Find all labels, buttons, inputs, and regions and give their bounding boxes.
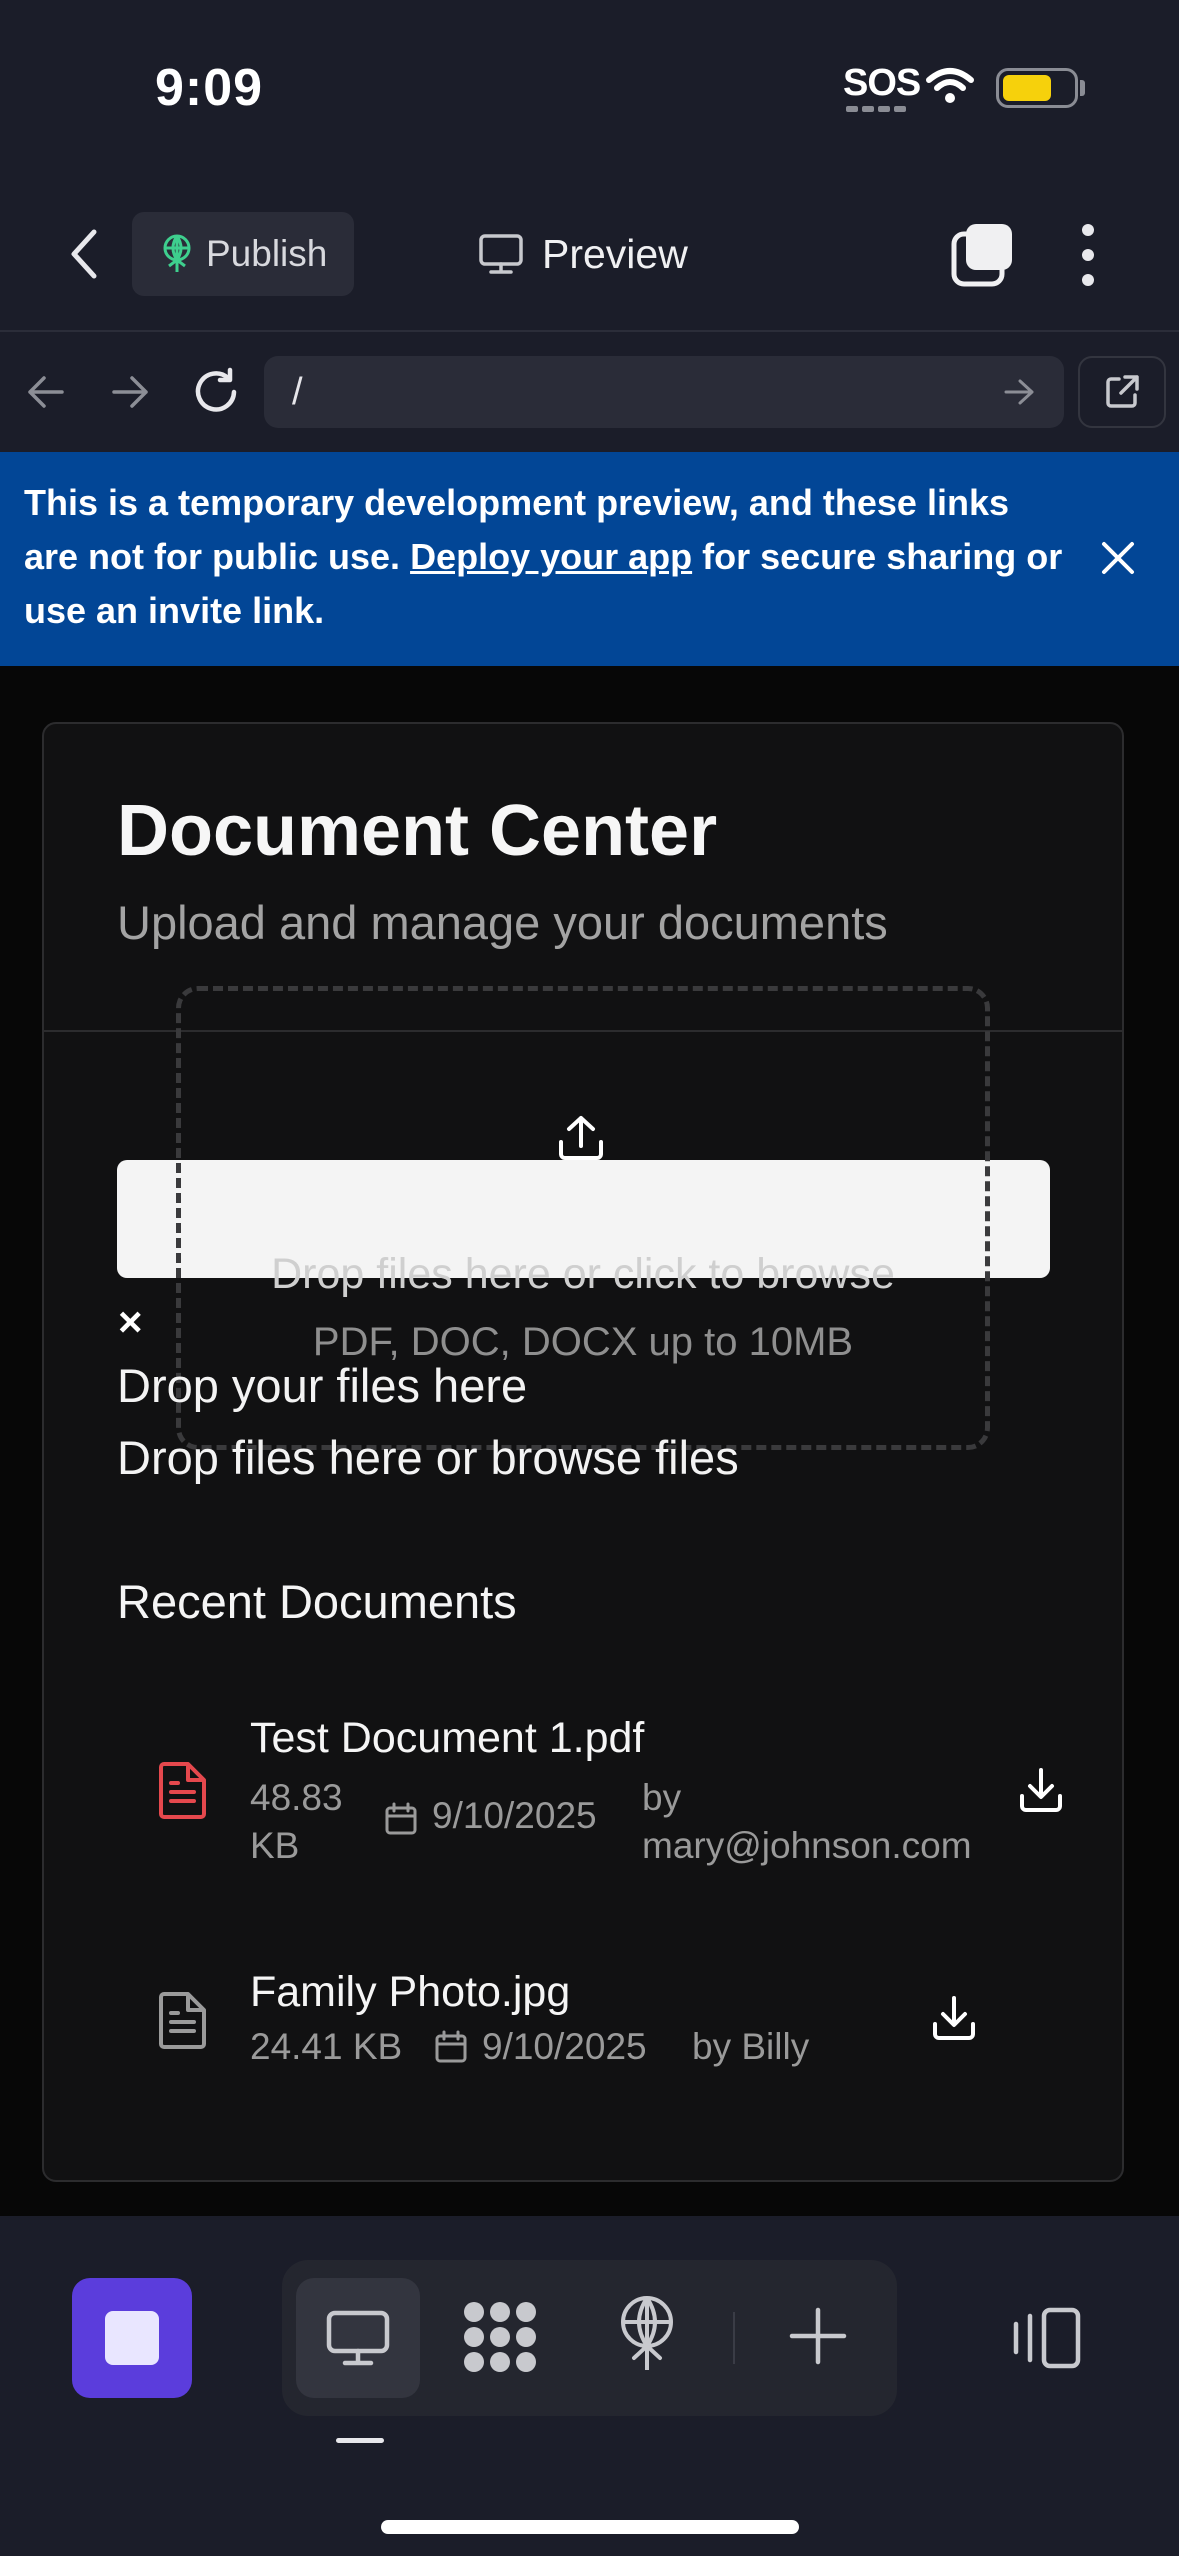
upload-icon <box>555 1112 607 1169</box>
wifi-icon <box>925 66 975 111</box>
windows-icon <box>951 224 1012 287</box>
home-indicator[interactable] <box>381 2520 799 2534</box>
stop-icon <box>105 2311 159 2365</box>
monitor-icon <box>479 234 523 274</box>
deploy-button[interactable] <box>612 2294 682 2379</box>
banner-text: This is a temporary development preview,… <box>24 482 1063 631</box>
document-owner: by mary@johnson.com <box>642 1777 972 1866</box>
back-button[interactable] <box>52 218 116 290</box>
dropzone-primary-text: Drop files here or click to browse <box>271 1250 895 1298</box>
page-title: Document Center <box>117 791 718 871</box>
browser-forward-button[interactable] <box>108 370 152 419</box>
document-date: 9/10/2025 <box>432 1795 597 1836</box>
browser-back-button[interactable] <box>24 370 68 419</box>
apps-button[interactable] <box>460 2298 540 2381</box>
banner-close-button[interactable] <box>1098 538 1138 583</box>
document-name[interactable]: Test Document 1.pdf <box>250 1714 644 1763</box>
divider <box>0 330 1179 332</box>
url-input[interactable]: / <box>264 356 1064 428</box>
open-external-button[interactable] <box>1078 356 1166 428</box>
arrow-left-icon <box>28 376 64 408</box>
upload-heading: Drop your files here <box>117 1359 528 1412</box>
reload-button[interactable] <box>190 366 242 423</box>
document-name[interactable]: Family Photo.jpg <box>250 1968 570 2017</box>
download-button[interactable] <box>1017 1766 1065 1819</box>
reload-icon <box>195 367 237 412</box>
recent-documents-title: Recent Documents <box>117 1575 517 1628</box>
publish-button[interactable]: Publish <box>132 212 354 296</box>
sos-indicator: SOS <box>843 62 921 104</box>
upload-close-button[interactable]: × <box>118 1298 143 1346</box>
toolbar-separator <box>733 2312 735 2364</box>
more-menu-button[interactable] <box>1070 224 1106 286</box>
document-owner: by Billy <box>692 2026 810 2067</box>
document-size: 48.83 KB <box>250 1777 343 1866</box>
upload-description: Drop files here or browse files <box>117 1431 739 1484</box>
active-tab-indicator <box>336 2438 384 2443</box>
calendar-icon <box>384 1802 418 1841</box>
file-text-icon <box>156 1760 210 1825</box>
deploy-icon <box>621 2296 673 2370</box>
signal-dots <box>846 106 908 112</box>
battery-icon <box>996 68 1078 108</box>
monitor-icon <box>326 2310 390 2366</box>
page-subtitle: Upload and manage your documents <box>117 896 888 949</box>
stop-button[interactable] <box>72 2278 192 2398</box>
preview-label: Preview <box>542 230 688 277</box>
publish-label: Publish <box>206 233 328 274</box>
document-size: 24.41 KB <box>250 2026 403 2067</box>
tools-grid-icon <box>464 2302 536 2372</box>
download-icon <box>1020 1768 1062 1812</box>
external-link-icon <box>1106 375 1139 408</box>
go-arrow-icon <box>1004 379 1034 405</box>
close-icon <box>1102 542 1134 574</box>
desktop-view-button[interactable] <box>296 2278 420 2398</box>
download-button[interactable] <box>930 1994 978 2047</box>
preview-tab[interactable]: Preview <box>478 224 688 284</box>
sidebar-panel-icon <box>1013 2307 1081 2369</box>
plus-icon <box>789 2307 847 2365</box>
url-text: / <box>292 370 303 413</box>
status-time: 9:09 <box>155 59 264 117</box>
download-icon <box>933 1996 975 2040</box>
document-date: 9/10/2025 <box>482 2026 647 2067</box>
panel-toggle-button[interactable] <box>1008 2306 1084 2375</box>
calendar-icon <box>434 2030 468 2069</box>
file-text-icon <box>156 1990 210 2055</box>
chevron-left-icon <box>71 229 97 279</box>
add-button[interactable] <box>786 2304 850 2373</box>
windows-button[interactable] <box>950 222 1016 288</box>
arrow-right-icon <box>112 376 148 408</box>
battery-tip <box>1080 80 1085 96</box>
deploy-icon <box>163 234 191 272</box>
deploy-app-link[interactable]: Deploy your app <box>410 536 692 577</box>
